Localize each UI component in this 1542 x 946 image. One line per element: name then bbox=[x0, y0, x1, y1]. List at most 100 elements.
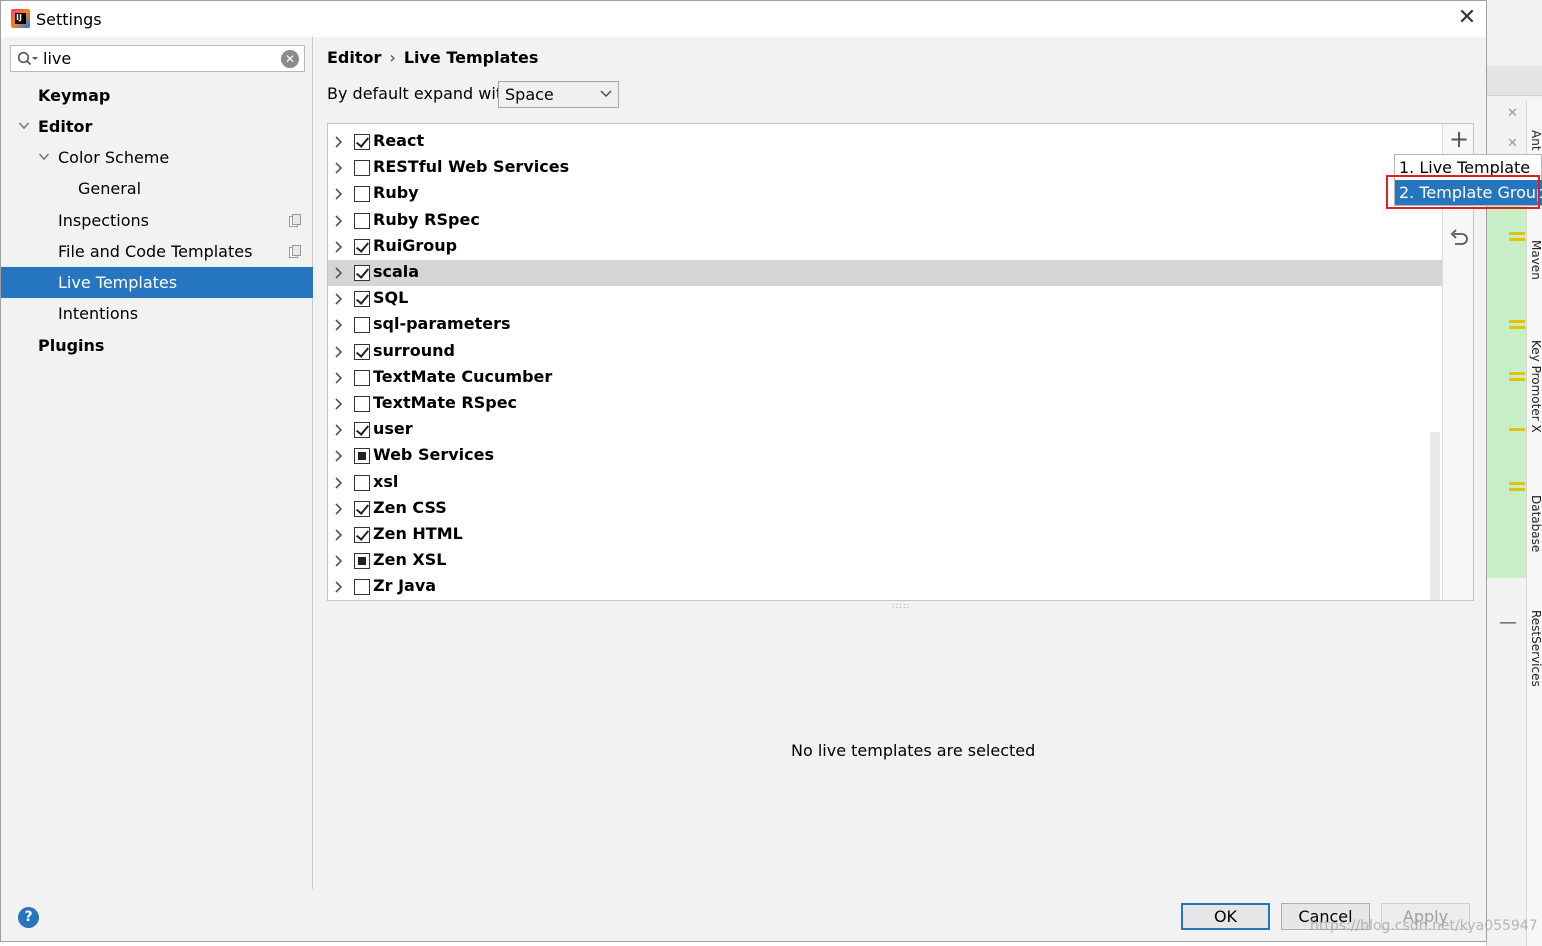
chevron-right-icon[interactable] bbox=[332, 214, 344, 228]
template-groups-list: React RESTful Web Services Ruby Ruby RSpec R… bbox=[327, 123, 1474, 601]
tool-window-ant[interactable]: Ant bbox=[1529, 130, 1542, 151]
chevron-right-icon[interactable] bbox=[332, 318, 344, 332]
group-label: sql-parameters bbox=[373, 314, 511, 334]
background-close-icon: ✕ bbox=[1507, 136, 1518, 151]
group-checkbox[interactable] bbox=[354, 422, 370, 439]
template-group-row[interactable]: Zr Java bbox=[328, 574, 1442, 600]
sidebar-item-inspections[interactable]: Inspections bbox=[1, 205, 313, 236]
template-group-row[interactable]: RuiGroup bbox=[328, 234, 1442, 260]
template-group-row[interactable]: xsl bbox=[328, 470, 1442, 496]
add-icon[interactable]: + bbox=[1447, 127, 1471, 152]
sidebar-item-general[interactable]: General bbox=[1, 173, 313, 204]
template-group-row[interactable]: Zen CSS bbox=[328, 496, 1442, 522]
group-checkbox[interactable] bbox=[354, 265, 370, 281]
group-checkbox[interactable] bbox=[354, 448, 370, 465]
template-group-row[interactable]: Web Services bbox=[328, 443, 1442, 469]
template-group-row[interactable]: TextMate RSpec bbox=[328, 391, 1442, 417]
search-input[interactable]: live ✕ bbox=[10, 45, 305, 72]
clear-search-icon[interactable]: ✕ bbox=[281, 50, 299, 68]
chevron-right-icon[interactable] bbox=[332, 135, 344, 149]
expand-with-value: Space bbox=[505, 85, 554, 104]
group-checkbox[interactable] bbox=[354, 396, 370, 412]
template-group-row[interactable]: React bbox=[328, 129, 1442, 155]
chevron-right-icon[interactable] bbox=[332, 528, 344, 542]
sidebar-item-plugins[interactable]: Plugins bbox=[1, 330, 313, 361]
background-marker bbox=[1509, 320, 1525, 323]
template-group-row[interactable]: Ruby bbox=[328, 181, 1442, 207]
search-value: live bbox=[43, 49, 72, 68]
chevron-right-icon[interactable] bbox=[332, 502, 344, 516]
template-group-row[interactable]: SQL bbox=[328, 286, 1442, 312]
template-group-row[interactable]: RESTful Web Services bbox=[328, 155, 1442, 181]
splitter-handle[interactable]: ::::: bbox=[891, 602, 911, 610]
group-checkbox[interactable] bbox=[354, 317, 370, 334]
restore-defaults-icon[interactable] bbox=[1448, 226, 1470, 248]
settings-sidebar: live ✕ Keymap Editor Color Scheme Genera… bbox=[1, 37, 313, 889]
chevron-right-icon[interactable] bbox=[332, 161, 344, 175]
expand-with-label: By default expand with bbox=[327, 84, 513, 103]
window-title: Settings bbox=[36, 10, 102, 29]
chevron-right-icon[interactable] bbox=[332, 397, 344, 411]
template-group-row[interactable]: Zen XSL bbox=[328, 548, 1442, 574]
group-checkbox[interactable] bbox=[354, 474, 370, 491]
breadcrumb-editor[interactable]: Editor bbox=[327, 48, 381, 67]
chevron-right-icon[interactable] bbox=[332, 292, 344, 306]
chevron-right-icon[interactable] bbox=[332, 187, 344, 201]
tool-window-key-promoter[interactable]: Key Promoter X bbox=[1529, 340, 1542, 433]
ok-button[interactable]: OK bbox=[1181, 903, 1270, 930]
chevron-right-icon[interactable] bbox=[332, 345, 344, 359]
empty-details-text: No live templates are selected bbox=[791, 741, 1036, 760]
group-checkbox[interactable] bbox=[354, 527, 370, 543]
group-checkbox[interactable] bbox=[354, 343, 370, 360]
template-group-row[interactable]: TextMate Cucumber bbox=[328, 365, 1442, 391]
group-checkbox[interactable] bbox=[354, 160, 370, 177]
sidebar-item-editor[interactable]: Editor bbox=[1, 111, 313, 142]
title-bar: IJ Settings ✕ bbox=[1, 1, 1486, 37]
template-group-row[interactable]: Ruby RSpec bbox=[328, 208, 1442, 234]
vertical-scrollbar[interactable] bbox=[1430, 432, 1440, 600]
expand-with-dropdown[interactable]: Space bbox=[498, 81, 619, 108]
project-scope-icon bbox=[289, 245, 301, 258]
background-marker bbox=[1509, 378, 1525, 381]
chevron-right-icon[interactable] bbox=[332, 240, 344, 254]
template-group-row[interactable]: user bbox=[328, 417, 1442, 443]
template-group-row[interactable]: scala bbox=[328, 260, 1442, 286]
group-checkbox[interactable] bbox=[354, 553, 370, 570]
group-checkbox[interactable] bbox=[354, 369, 370, 386]
group-checkbox[interactable] bbox=[354, 579, 370, 596]
help-button[interactable]: ? bbox=[18, 907, 39, 928]
tool-window-maven[interactable]: Maven bbox=[1529, 240, 1542, 280]
close-icon[interactable]: ✕ bbox=[1455, 5, 1479, 31]
group-label: React bbox=[373, 131, 425, 150]
group-checkbox[interactable] bbox=[354, 238, 370, 255]
group-checkbox[interactable] bbox=[354, 186, 370, 203]
chevron-right-icon[interactable] bbox=[332, 580, 344, 594]
chevron-right-icon[interactable] bbox=[332, 371, 344, 385]
group-label: RuiGroup bbox=[373, 235, 458, 255]
group-checkbox[interactable] bbox=[354, 212, 370, 229]
chevron-right-icon[interactable] bbox=[332, 266, 344, 280]
watermark: https://blog.csdn.net/kya055947 bbox=[1310, 918, 1538, 934]
background-marker bbox=[1509, 428, 1525, 431]
chevron-right-icon[interactable] bbox=[332, 554, 344, 568]
template-group-row[interactable]: Zen HTML bbox=[328, 522, 1442, 548]
project-scope-icon bbox=[289, 214, 301, 227]
chevron-right-icon[interactable] bbox=[332, 449, 344, 463]
template-group-row[interactable]: surround bbox=[328, 339, 1442, 365]
template-group-row[interactable]: sql-parameters bbox=[328, 312, 1442, 338]
chevron-right-icon[interactable] bbox=[332, 476, 344, 490]
sidebar-item-file-and-code-templates[interactable]: File and Code Templates bbox=[1, 236, 313, 267]
chevron-right-icon[interactable] bbox=[332, 423, 344, 437]
sidebar-item-live-templates[interactable]: Live Templates bbox=[1, 267, 313, 298]
tool-window-restservices[interactable]: RestServices bbox=[1529, 610, 1542, 687]
sidebar-item-color-scheme[interactable]: Color Scheme bbox=[1, 142, 313, 173]
group-label: Zen CSS bbox=[373, 497, 447, 517]
group-checkbox[interactable] bbox=[354, 291, 370, 308]
sidebar-item-intentions[interactable]: Intentions bbox=[1, 298, 313, 329]
group-checkbox[interactable] bbox=[354, 134, 370, 150]
tool-window-database[interactable]: Database bbox=[1529, 495, 1542, 552]
sidebar-item-keymap[interactable]: Keymap bbox=[1, 80, 313, 111]
group-label: SQL bbox=[373, 288, 409, 308]
chevron-down-icon bbox=[600, 90, 612, 97]
group-checkbox[interactable] bbox=[354, 500, 370, 517]
